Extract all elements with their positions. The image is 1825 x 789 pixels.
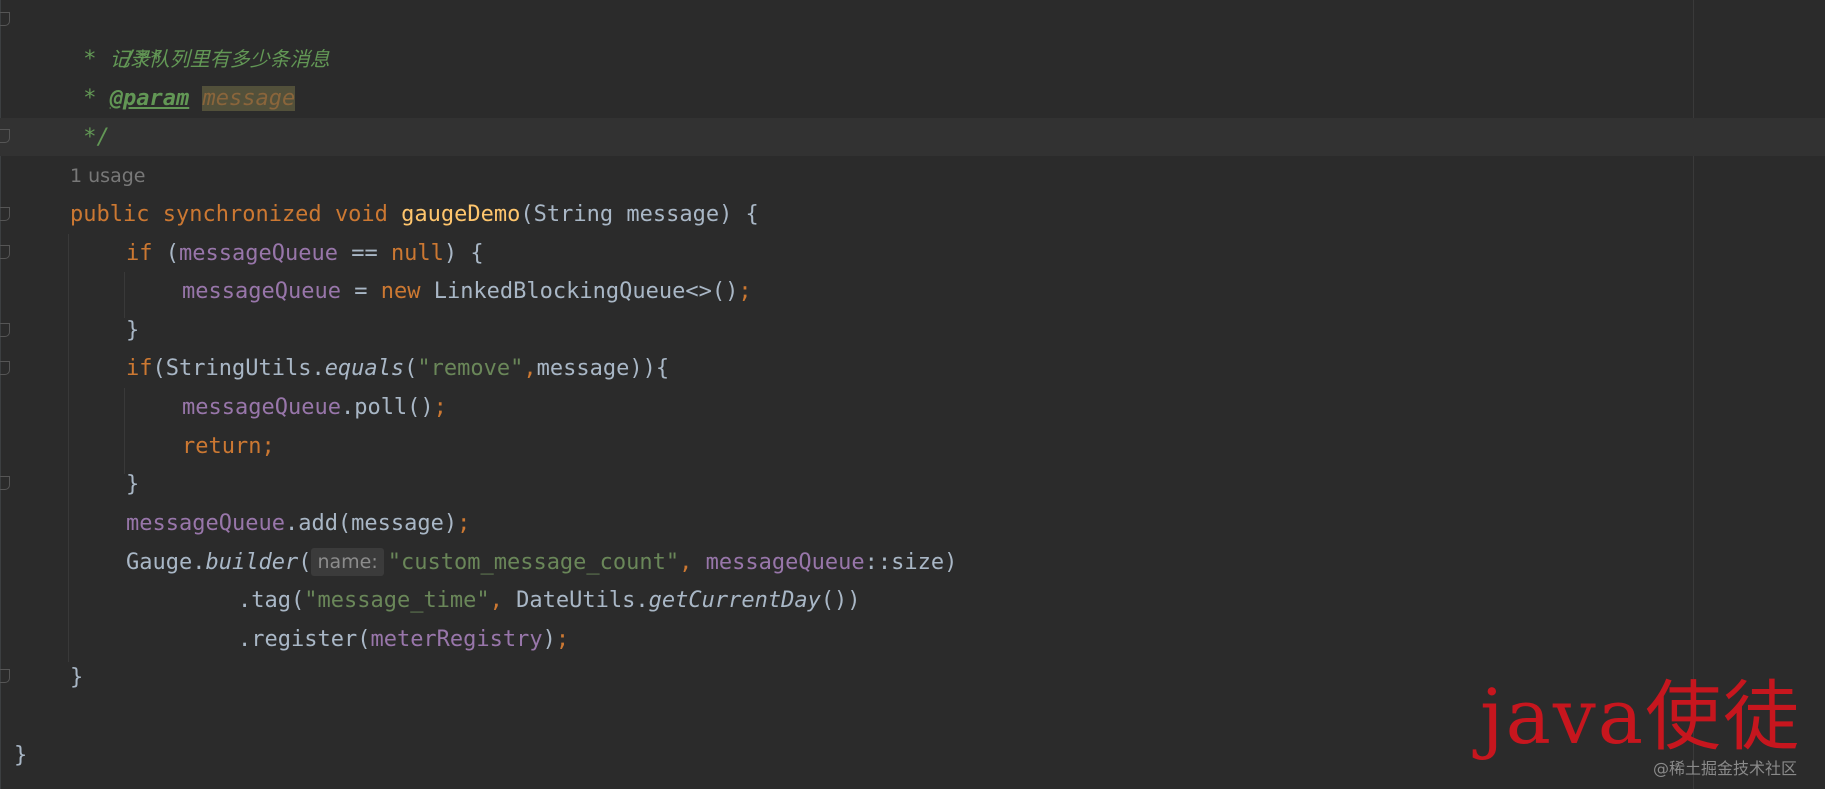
code-line-doc-description[interactable]: * 记录队列里有多少条消息 [70,40,330,79]
code-line-if-equals[interactable]: if(StringUtils.equals("remove",message))… [126,349,669,388]
keyword-synchronized: synchronized [162,202,322,227]
string-literal: "custom_message_count" [387,550,680,575]
string-literal: "message_time" [304,588,490,613]
keyword-if: if [126,356,153,381]
code-line-close-brace[interactable]: } [126,311,139,350]
code-line-add[interactable]: messageQueue.add(message); [126,504,470,543]
closing-brace: } [126,318,140,343]
closing-brace: } [70,665,84,690]
closing-brace: } [14,743,28,768]
field-message-queue: messageQueue [705,550,865,575]
doc-param-name: message [202,86,296,111]
code-line-doc-param[interactable]: * @param message [70,79,296,118]
code-line-tag[interactable]: .tag("message_time", DateUtils.getCurren… [238,581,861,620]
code-line-close-brace[interactable]: } [126,465,139,504]
keyword-new: new [380,279,421,304]
fold-marker-icon[interactable] [0,669,10,683]
closing-brace: } [126,472,140,497]
code-line-if-null[interactable]: if (messageQueue == null) { [126,234,484,273]
code-line-doc-open[interactable]: /** [70,1,163,72]
indent-guide [124,272,125,318]
semicolon: ; [738,279,752,304]
code-editor[interactable]: /** * 记录队列里有多少条消息 * @param message */ 1 … [0,0,1825,789]
parameter-name-hint: name: [311,548,384,576]
usage-count-hint[interactable]: 1 usage [70,165,145,187]
fold-marker-icon[interactable] [0,476,10,490]
code-token: (StringUtils. [152,356,325,381]
keyword-if: if [126,241,153,266]
string-literal: "remove" [417,356,524,381]
code-token: , [523,356,537,381]
code-line-doc-close[interactable]: */ [70,118,110,157]
code-token: DateUtils. [502,588,649,613]
fold-marker-icon[interactable] [0,129,10,143]
watermark-site: @稀土掘金技术社区 [1653,759,1798,778]
code-token: ::size) [864,550,958,575]
fold-marker-icon[interactable] [0,12,10,26]
code-token: ) { [443,241,484,266]
code-token: ) [542,627,556,652]
semicolon: ; [457,511,471,536]
code-line-poll[interactable]: messageQueue.poll(); [182,388,447,427]
field-message-queue: messageQueue [179,241,338,266]
code-token: .add(message) [284,511,458,536]
code-token: .register( [238,627,371,652]
code-token: ( [152,241,179,266]
doc-comment-description: 记录队列里有多少条消息 [109,47,330,71]
keyword-void: void [334,202,388,227]
doc-param-tag: @param [109,86,190,111]
code-token: .poll() [340,395,434,420]
code-token: .tag( [238,588,305,613]
code-line-method-close[interactable]: } [70,658,83,697]
watermark-java-shitu: java使徒 [1480,672,1802,761]
method-params: (String message) { [520,202,759,227]
code-token: Gauge. [126,550,206,575]
code-token: == [337,241,391,266]
static-method-equals: equals [324,356,405,381]
code-line-class-close[interactable]: } [14,736,27,775]
code-line-gauge-builder[interactable]: Gauge.builder(name: "custom_message_count… [126,543,957,582]
doc-comment-star: * [70,86,110,111]
indent-guide [124,388,125,474]
semicolon: ; [555,627,570,652]
fold-marker-icon[interactable] [0,323,10,337]
static-method-get-current-day: getCurrentDay [648,588,821,613]
field-message-queue: messageQueue [182,395,341,420]
semicolon: ; [261,434,275,459]
method-name: gaugeDemo [401,202,521,227]
code-token: = [340,279,381,304]
current-line-highlight [0,118,1825,156]
semicolon: ; [433,395,447,420]
fold-marker-icon[interactable] [0,207,10,221]
code-token: LinkedBlockingQueue<>() [420,279,739,304]
field-meter-registry: meterRegistry [370,627,543,652]
code-line-assign-queue[interactable]: messageQueue = new LinkedBlockingQueue<>… [182,272,752,311]
code-line-usage-hint[interactable]: 1 usage [70,156,145,195]
code-line-register[interactable]: .register(meterRegistry); [238,620,569,659]
code-token: message)){ [536,356,670,381]
doc-comment-close: */ [70,125,110,150]
indent-guide [68,234,69,662]
keyword-return: return [182,434,262,459]
code-token: , [489,588,503,613]
code-line-return[interactable]: return; [182,427,275,466]
keyword-null: null [390,241,444,266]
doc-comment-star: * [70,47,110,72]
keyword-public: public [70,202,150,227]
code-token: ( [404,356,418,381]
code-line-method-signature[interactable]: public synchronized void gaugeDemo(Strin… [70,195,759,234]
field-message-queue: messageQueue [126,511,285,536]
fold-marker-icon[interactable] [0,361,10,375]
static-method-builder: builder [205,550,299,575]
fold-marker-icon[interactable] [0,245,10,259]
code-token: , [679,550,693,575]
code-token: ()) [820,588,861,613]
code-token: ( [298,550,312,575]
field-message-queue: messageQueue [182,279,341,304]
